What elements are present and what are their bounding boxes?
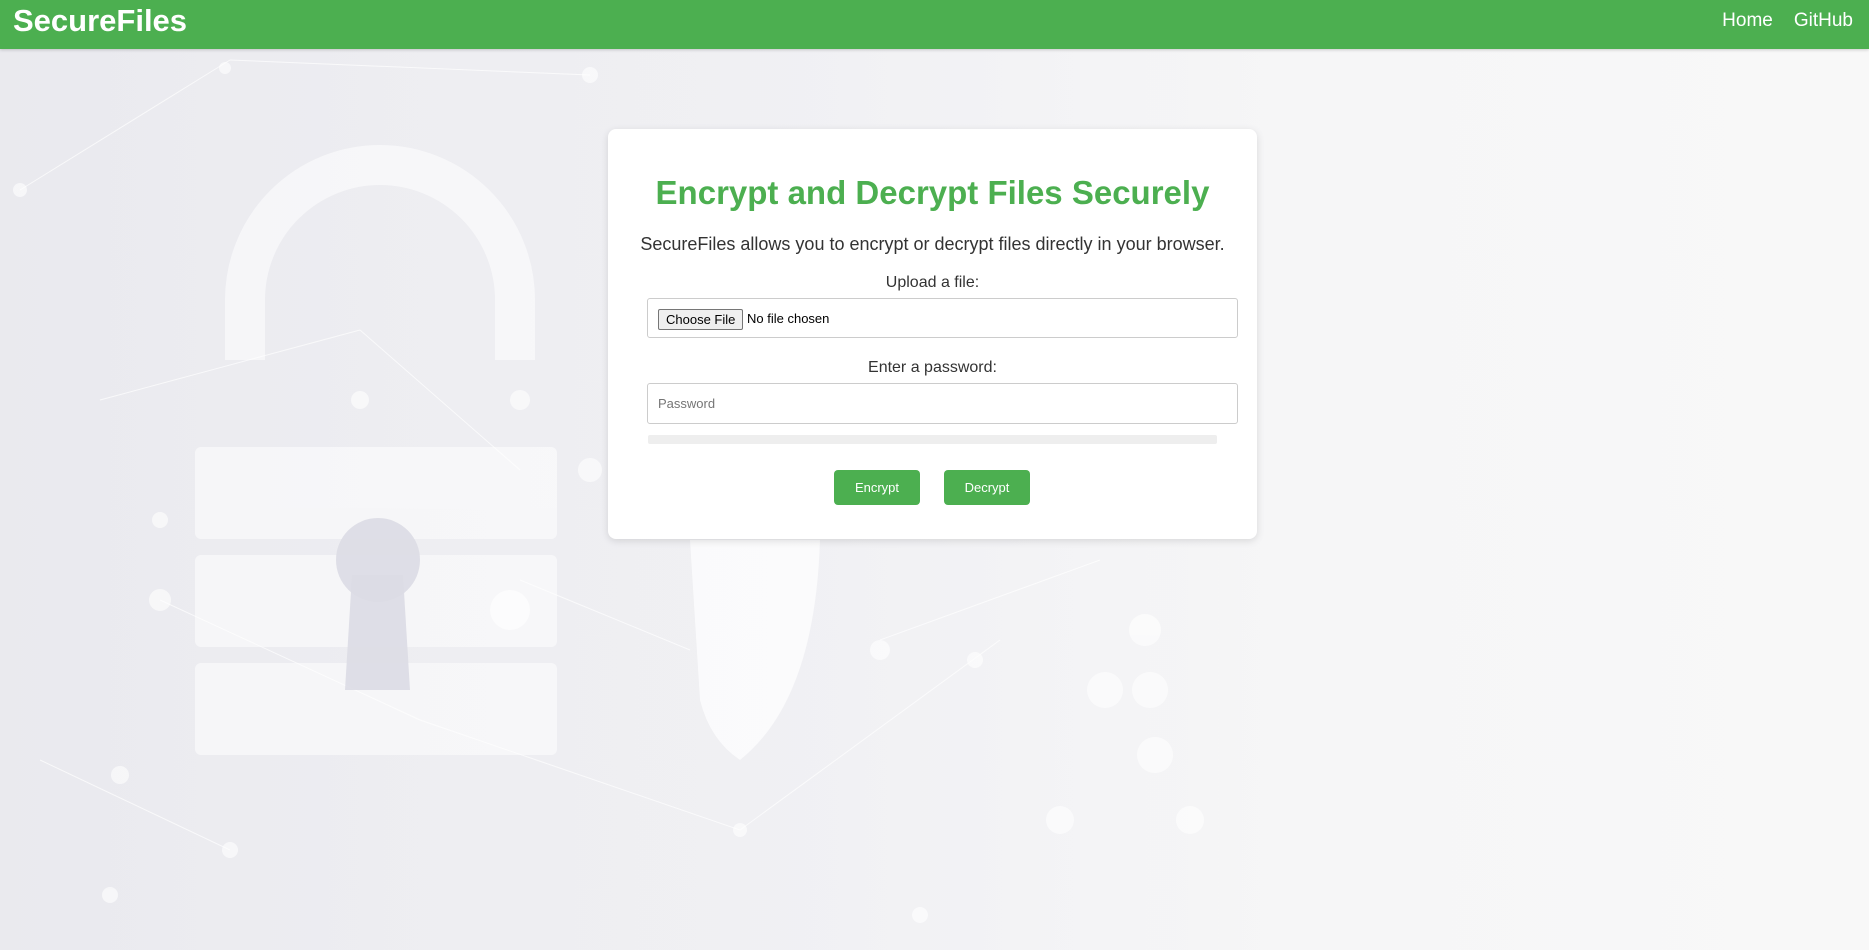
file-upload-input[interactable]: Choose File No file chosen (647, 298, 1238, 338)
password-input[interactable] (647, 383, 1238, 424)
brand-logo[interactable]: SecureFiles (13, 2, 187, 40)
decrypt-button[interactable]: Decrypt (944, 470, 1030, 505)
nav-link-github[interactable]: GitHub (1794, 9, 1853, 33)
progress-bar (648, 435, 1217, 444)
page-description: SecureFiles allows you to encrypt or dec… (640, 234, 1225, 254)
top-navbar: SecureFiles Home GitHub (0, 0, 1869, 49)
page-title: Encrypt and Decrypt Files Securely (655, 174, 1210, 211)
encrypt-button[interactable]: Encrypt (834, 470, 920, 505)
nav-links: Home GitHub (1722, 9, 1853, 33)
encrypt-decrypt-card: Encrypt and Decrypt Files Securely Secur… (608, 129, 1257, 539)
file-status-text: No file chosen (747, 311, 830, 326)
password-label: Enter a password: (868, 359, 997, 376)
choose-file-button[interactable]: Choose File (658, 309, 744, 330)
nav-link-home[interactable]: Home (1722, 9, 1773, 33)
upload-label: Upload a file: (885, 274, 980, 291)
